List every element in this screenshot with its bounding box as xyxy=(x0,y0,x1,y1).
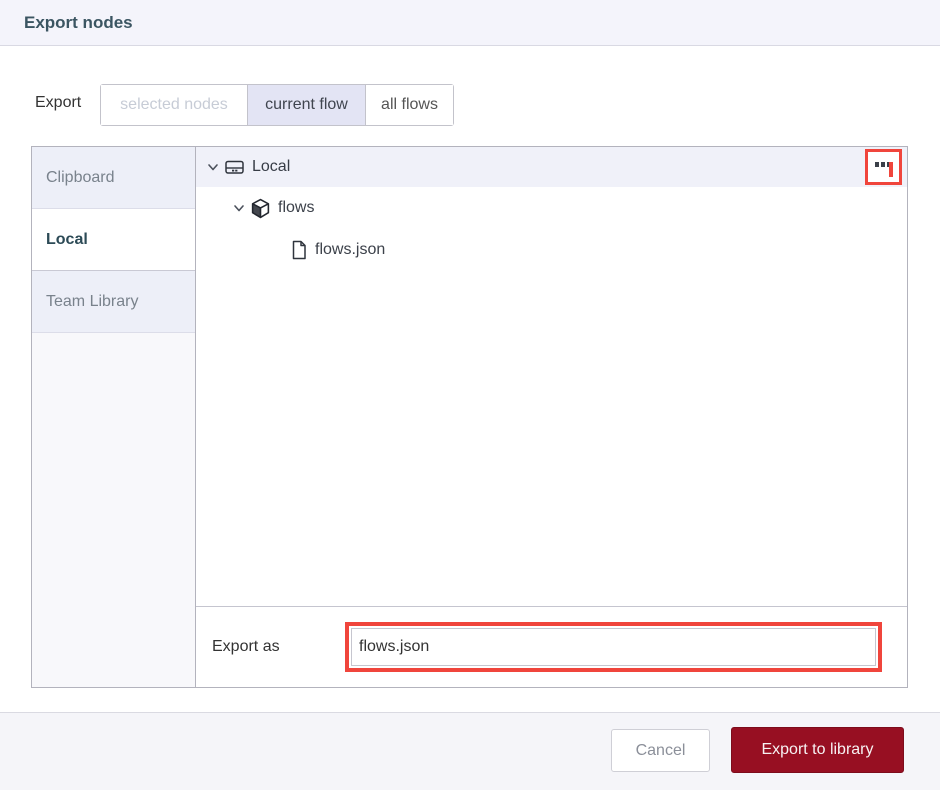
tree-file-row[interactable]: flows.json xyxy=(196,229,907,271)
dialog-footer: Cancel Export to library xyxy=(0,712,940,790)
filename-input[interactable] xyxy=(351,628,876,666)
chevron-down-icon[interactable] xyxy=(233,202,245,214)
library-sidebar: Clipboard Local Team Library xyxy=(32,147,196,687)
sidebar-tab-team-library[interactable]: Team Library xyxy=(32,271,195,333)
sidebar-tab-local[interactable]: Local xyxy=(32,209,195,271)
sidebar-tab-label: Team Library xyxy=(46,292,139,310)
library-panel: Clipboard Local Team Library Local flows… xyxy=(31,146,908,688)
export-scope-label: Export xyxy=(35,94,82,111)
scope-selected-nodes-button[interactable]: selected nodes xyxy=(101,85,247,125)
library-menu-button[interactable] xyxy=(865,149,902,185)
sidebar-tab-label: Clipboard xyxy=(46,168,115,186)
sidebar-filler xyxy=(32,333,195,687)
tree-root-label: Local xyxy=(252,158,291,175)
chevron-down-icon[interactable] xyxy=(207,161,219,173)
dialog-header: Export nodes xyxy=(0,0,940,46)
export-to-library-button[interactable]: Export to library xyxy=(731,727,904,773)
library-tree: Local flows flows.json Export as flows.j… xyxy=(196,147,907,687)
dialog-title: Export nodes xyxy=(24,12,133,32)
file-icon xyxy=(290,240,308,260)
tree-root-row[interactable]: Local xyxy=(196,147,907,187)
cube-icon xyxy=(250,198,271,219)
hard-drive-icon xyxy=(224,157,245,177)
scope-current-flow-button[interactable]: current flow xyxy=(247,85,365,125)
export-as-label: Export as xyxy=(212,638,280,655)
scope-all-flows-button[interactable]: all flows xyxy=(365,85,453,125)
cancel-button[interactable]: Cancel xyxy=(611,729,710,772)
export-as-section: Export as xyxy=(196,606,907,687)
tree-folder-label: flows xyxy=(278,199,315,216)
tree-folder-row[interactable]: flows xyxy=(196,187,907,229)
sidebar-tab-clipboard[interactable]: Clipboard xyxy=(32,147,195,209)
tree-file-label: flows.json xyxy=(315,241,386,258)
filename-highlight-box xyxy=(345,622,882,672)
export-scope-button-group: selected nodes current flow all flows xyxy=(100,84,454,126)
highlight-caret xyxy=(889,162,893,177)
export-nodes-dialog: Export nodes Export selected nodes curre… xyxy=(0,0,940,790)
sidebar-tab-label: Local xyxy=(46,230,88,248)
